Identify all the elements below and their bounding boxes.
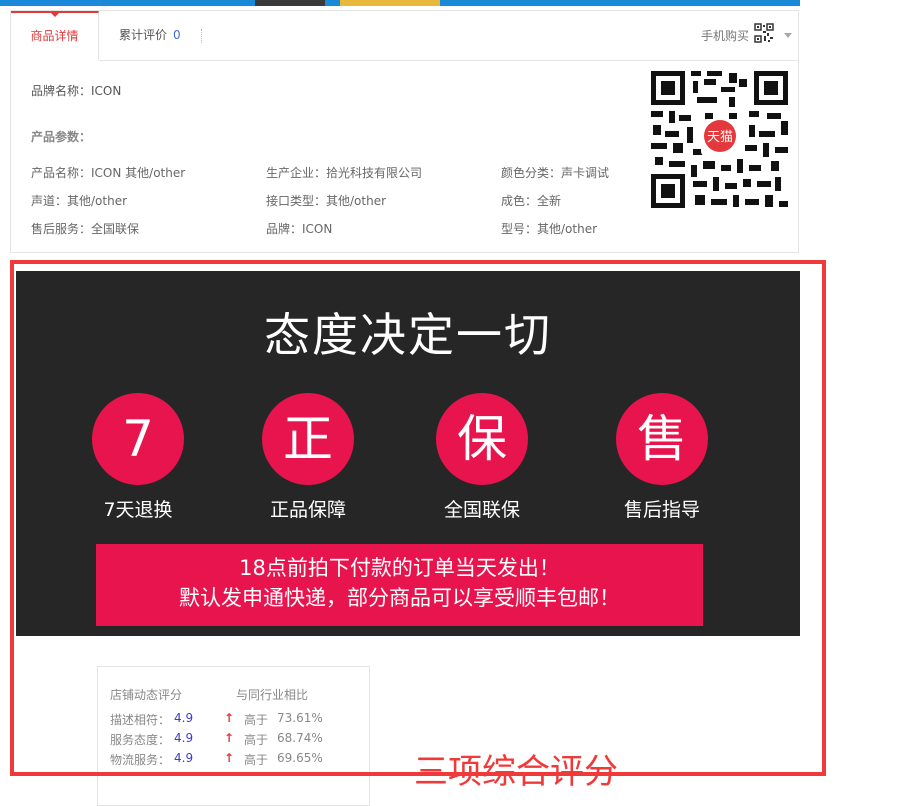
annotation-label: 三项综合评分	[414, 752, 618, 792]
param-item: 售后服务：全国联保	[31, 222, 140, 236]
param-item: 颜色分类：声卡调试	[501, 166, 610, 180]
brand-name-value: ICON	[91, 84, 122, 98]
top-banner-strip	[0, 0, 800, 6]
brand-name-label: 品牌名称：	[31, 84, 92, 98]
product-info-panel: 商品详情 累计评价0 手机购买 品牌名称：ICON 产品参数： 产品名称：IC	[10, 10, 799, 253]
param-item: 声道：其他/other	[31, 194, 128, 208]
tab-bar: 商品详情 累计评价 0 手机购买	[11, 11, 798, 61]
chevron-down-icon[interactable]	[784, 33, 792, 38]
product-params-title: 产品参数：	[31, 130, 92, 144]
banner-fragment	[255, 0, 325, 6]
tab-reviews[interactable]: 累计评价 0	[119, 11, 181, 60]
param-item: 接口类型：其他/other	[266, 194, 387, 208]
tab-divider	[201, 29, 202, 43]
banner-fragment	[340, 0, 440, 6]
qr-code-icon[interactable]	[754, 23, 774, 43]
param-item: 品牌：ICON	[266, 222, 333, 236]
param-item: 产品名称：ICON 其他/other	[31, 166, 186, 180]
param-item: 成色：全新	[501, 194, 562, 208]
tab-bar-underline	[99, 60, 798, 61]
active-tab-indicator	[50, 12, 60, 17]
tab-product-details[interactable]: 商品详情	[11, 11, 99, 60]
brand-name: 品牌名称：ICON	[31, 82, 121, 99]
mobile-buy-link[interactable]: 手机购买	[701, 27, 749, 44]
tmall-badge-text: 天猫	[707, 130, 733, 145]
tab-reviews-label: 累计评价	[119, 28, 168, 42]
annotation-highlight-box	[10, 260, 826, 776]
param-item: 型号：其他/other	[501, 222, 598, 236]
tab-product-details-label: 商品详情	[30, 29, 79, 43]
param-item: 生产企业：拾光科技有限公司	[266, 166, 423, 180]
reviews-count: 0	[173, 28, 181, 42]
mobile-qr-code: 天猫	[649, 69, 790, 210]
